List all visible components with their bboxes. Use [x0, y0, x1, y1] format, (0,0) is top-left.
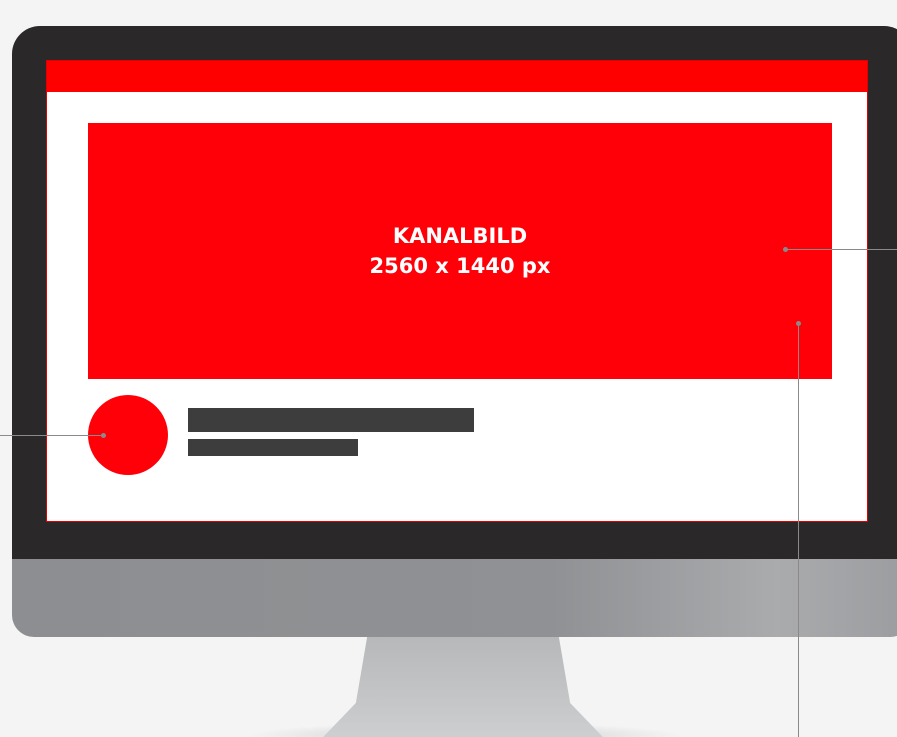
banner-dimensions: 2560 x 1440 px — [369, 254, 551, 278]
banner-vertical-callout-line — [798, 323, 799, 737]
channel-subtitle-placeholder — [188, 439, 358, 456]
monitor-chin — [12, 557, 897, 637]
monitor-mockup: KANALBILD 2560 x 1440 px — [0, 0, 897, 737]
avatar-callout-line — [0, 435, 103, 436]
banner-callout-dot — [783, 247, 788, 252]
monitor-stand — [322, 637, 604, 737]
avatar-callout-dot — [101, 433, 106, 438]
banner-callout-line — [785, 249, 897, 250]
banner-title: KANALBILD — [392, 224, 528, 248]
channel-page-screen: KANALBILD 2560 x 1440 px — [46, 60, 868, 522]
top-bar — [47, 61, 867, 92]
channel-banner[interactable]: KANALBILD 2560 x 1440 px — [88, 123, 832, 379]
channel-name-placeholder — [188, 408, 474, 432]
banner-vertical-callout-dot — [796, 321, 801, 326]
